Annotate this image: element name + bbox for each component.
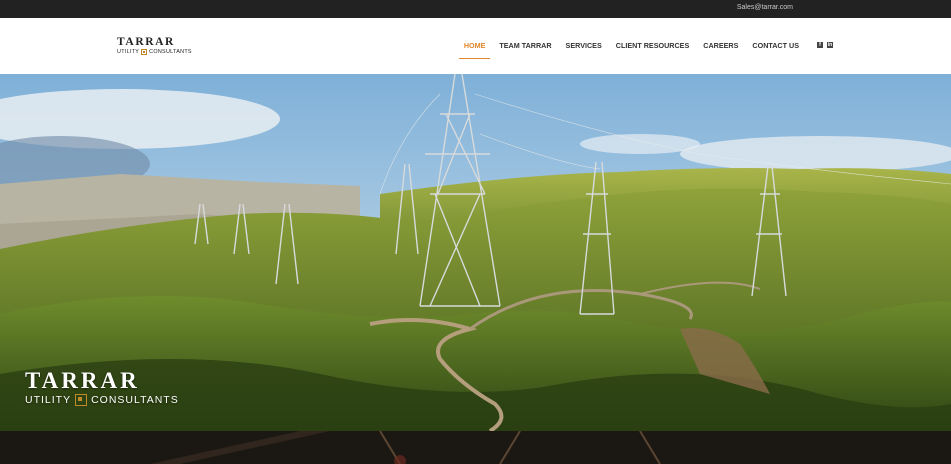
next-section-preview (0, 431, 951, 464)
hero-logo-tagline: UTILITY CONSULTANTS (25, 394, 200, 406)
social-links: f in (817, 42, 833, 48)
logo-wordmark: TARRAR (117, 36, 175, 48)
nav-client-resources[interactable]: CLIENT RESOURCES (614, 18, 691, 74)
site-header: TARRAR UTILITY CONSULTANTS HOME TEAM TAR… (0, 18, 951, 74)
nav-home[interactable]: HOME (458, 18, 490, 74)
top-bar: Sales@tarrar.com (0, 0, 951, 18)
facebook-icon[interactable]: f (817, 42, 823, 48)
logo-tagline: UTILITY CONSULTANTS (117, 49, 209, 55)
hero-logo-tagline-left: UTILITY (25, 394, 72, 406)
linkedin-icon[interactable]: in (827, 42, 833, 48)
sales-email-link[interactable]: Sales@tarrar.com (737, 4, 793, 11)
hero-logo-wordmark: TARRAR (25, 368, 140, 393)
site-logo[interactable]: TARRAR UTILITY CONSULTANTS (117, 36, 209, 57)
hero-logo-badge-icon (75, 394, 88, 406)
main-nav: HOME TEAM TARRAR SERVICES CLIENT RESOURC… (458, 18, 801, 74)
nav-team-tarrar[interactable]: TEAM TARRAR (497, 18, 553, 74)
nav-services[interactable]: SERVICES (564, 18, 604, 74)
hero-logo: TARRAR UTILITY CONSULTANTS (25, 368, 200, 406)
nav-contact-us[interactable]: CONTACT US (750, 18, 801, 74)
nav-careers[interactable]: CAREERS (701, 18, 740, 74)
logo-tagline-right: CONSULTANTS (149, 49, 192, 55)
next-section-image (0, 431, 951, 464)
hero-logo-tagline-right: CONSULTANTS (91, 394, 179, 406)
logo-badge-icon (141, 49, 148, 55)
logo-tagline-left: UTILITY (117, 49, 140, 55)
